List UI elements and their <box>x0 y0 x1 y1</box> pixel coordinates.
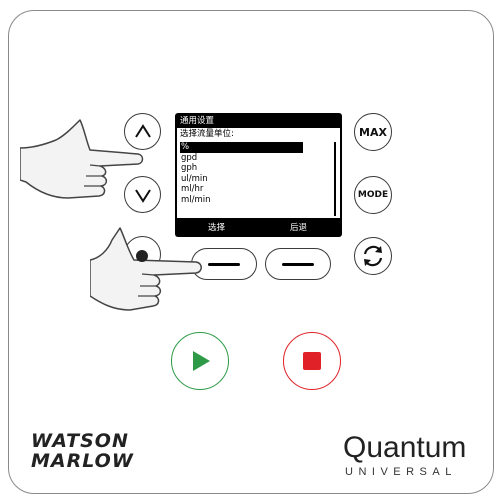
screen-content: 选择流量单位: % gpd gph ul/min ml/hr ml/min <box>177 128 340 218</box>
logo-text-line1: WATSON <box>31 430 129 452</box>
scrollbar[interactable] <box>334 142 336 216</box>
dash-icon <box>208 262 240 266</box>
watson-marlow-logo: WATSON MARLOW <box>31 431 134 471</box>
rotate-arrows-icon <box>363 245 383 267</box>
logo-universal-text: UNIVERSAL <box>345 466 457 478</box>
flow-unit-option[interactable]: gph <box>180 163 332 174</box>
stop-button[interactable] <box>283 332 341 390</box>
stop-icon <box>303 352 321 370</box>
play-icon <box>193 351 210 371</box>
softkey-right-label: 后退 <box>290 223 308 233</box>
max-label: MAX <box>359 125 387 139</box>
pointing-hand-icon <box>90 227 202 311</box>
logo-quantum-text: Quantum <box>343 431 467 464</box>
start-button[interactable] <box>171 332 229 390</box>
softkey-right-button[interactable] <box>265 248 331 280</box>
flow-unit-option[interactable]: ml/min <box>180 195 332 206</box>
screen-prompt: 选择流量单位: <box>180 129 234 139</box>
screen-title: 通用设置 <box>177 115 340 127</box>
pointing-hand-icon <box>20 119 144 199</box>
quantum-universal-logo: Quantum UNIVERSAL <box>343 431 467 479</box>
lcd-display: 通用设置 选择流量单位: % gpd gph ul/min ml/hr ml/m… <box>175 113 342 237</box>
softkey-left-label: 选择 <box>208 223 226 233</box>
mode-button[interactable]: MODE <box>354 176 392 214</box>
max-button[interactable]: MAX <box>354 113 392 151</box>
flow-unit-option[interactable]: % <box>180 142 303 153</box>
flow-unit-option[interactable]: ml/hr <box>180 184 332 195</box>
logo-text-line2: MARLOW <box>31 450 134 472</box>
flow-unit-option[interactable]: ul/min <box>180 174 332 185</box>
flow-unit-list: % gpd gph ul/min ml/hr ml/min <box>180 142 332 205</box>
flow-unit-option[interactable]: gpd <box>180 153 332 164</box>
direction-button[interactable] <box>354 237 392 275</box>
mode-label: MODE <box>357 190 389 200</box>
dash-icon <box>282 262 314 266</box>
